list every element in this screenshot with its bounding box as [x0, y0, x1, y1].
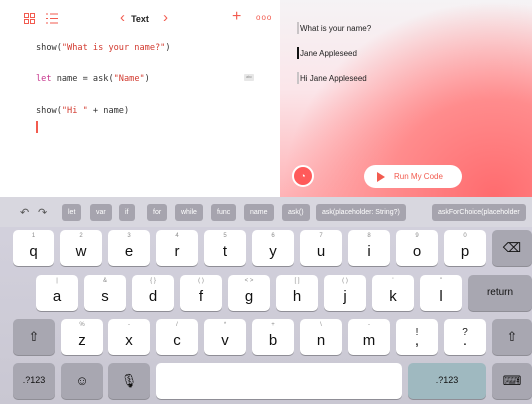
code-editor[interactable]: ‹ Text › + ooo show("What is your name?"… — [0, 0, 280, 197]
code-line-2[interactable]: let name = ask("Name") — [36, 74, 150, 84]
delete-key[interactable]: ⌫ — [492, 230, 532, 266]
redo-icon[interactable]: ↷ — [38, 206, 47, 219]
key-l[interactable]: " l — [420, 275, 462, 311]
editor-toolbar: ‹ Text › + ooo — [0, 0, 280, 40]
key-q[interactable]: 1q — [13, 230, 54, 266]
key-i[interactable]: 8i — [348, 230, 390, 266]
speedometer-icon[interactable]: ◔ — [292, 165, 314, 187]
space-bar[interactable] — [156, 363, 402, 399]
suggestion-name[interactable]: name — [244, 204, 274, 221]
key-j[interactable]: ( ) j — [324, 275, 366, 311]
run-my-code-button[interactable]: Run My Code — [364, 165, 462, 188]
dictation-key[interactable]: 🎙 — [108, 363, 150, 399]
message-bar — [297, 22, 299, 34]
text-cursor — [36, 121, 38, 133]
numbers-key-left[interactable]: .?123 — [13, 363, 55, 399]
undo-icon[interactable]: ↶ — [20, 206, 29, 219]
key-x[interactable]: -x — [108, 319, 150, 355]
run-my-code-label: Run My Code — [394, 172, 443, 181]
suggestion-ask-placeholder[interactable]: ask(placeholder: String?) — [316, 204, 406, 221]
suggestion-let[interactable]: let — [62, 204, 82, 221]
code-line-3[interactable]: show("Hi " + name) — [36, 106, 129, 116]
plus-icon[interactable]: + — [232, 9, 241, 25]
suggestion-ask[interactable]: ask() — [282, 204, 310, 221]
key-y[interactable]: 6y — [252, 230, 294, 266]
key-e[interactable]: 3e — [108, 230, 150, 266]
live-view: What is your name? Jane Appleseed Hi Jan… — [280, 0, 532, 197]
code-line-1[interactable]: show("What is your name?") — [36, 43, 171, 53]
key-d[interactable]: { } d — [132, 275, 174, 311]
shift-key-right[interactable]: ⇧ — [492, 319, 532, 355]
key-g[interactable]: < > g — [228, 275, 270, 311]
message-bar — [297, 72, 299, 84]
ellipsis-icon[interactable]: ooo — [256, 11, 272, 25]
key-p[interactable]: 0p — [444, 230, 486, 266]
keyboard-dismiss-icon: ⌨ — [502, 373, 522, 388]
key-s[interactable]: & s — [84, 275, 126, 311]
shift-icon: ⇧ — [506, 329, 518, 344]
key-a[interactable]: | a — [36, 275, 78, 311]
key-m[interactable]: -m — [348, 319, 390, 355]
message-bar-active — [297, 47, 299, 59]
message-answer: Jane Appleseed — [300, 49, 357, 58]
suggestion-var[interactable]: var — [90, 204, 112, 221]
suggestion-bar: ↶ ↷ let var if for while func name ask()… — [0, 197, 532, 227]
key-o[interactable]: 9o — [396, 230, 438, 266]
return-key[interactable]: return — [468, 275, 532, 311]
shift-key-left[interactable]: ⇧ — [13, 319, 55, 355]
message-prompt: What is your name? — [300, 24, 372, 33]
key-r[interactable]: 4r — [156, 230, 198, 266]
key-c[interactable]: / c — [156, 319, 198, 355]
suggestion-func[interactable]: func — [211, 204, 237, 221]
hide-keyboard-key[interactable]: ⌨ — [492, 363, 532, 399]
key-u[interactable]: 7u — [300, 230, 342, 266]
key-w[interactable]: 2w — [60, 230, 102, 266]
emoji-key[interactable]: ☺ — [61, 363, 103, 399]
suggestion-while[interactable]: while — [175, 204, 203, 221]
emoji-icon: ☺ — [75, 373, 89, 388]
chevron-right-icon[interactable]: › — [163, 10, 168, 26]
suggestion-for[interactable]: for — [147, 204, 168, 221]
key-period[interactable]: ?. — [444, 319, 486, 355]
numbers-key-right[interactable]: .?123 — [408, 363, 486, 399]
key-b[interactable]: + b — [252, 319, 294, 355]
string-literal-chip[interactable]: abc — [244, 74, 254, 81]
shift-icon: ⇧ — [28, 329, 40, 344]
backspace-icon: ⌫ — [502, 240, 522, 255]
keyboard: ↶ ↷ let var if for while func name ask()… — [0, 197, 532, 404]
play-icon — [377, 172, 385, 182]
key-f[interactable]: ( ) f — [180, 275, 222, 311]
key-k[interactable]: ' k — [372, 275, 414, 311]
key-h[interactable]: [ ] h — [276, 275, 318, 311]
microphone-icon: 🎙 — [120, 373, 138, 388]
suggestion-if[interactable]: if — [119, 204, 135, 221]
suggestion-ask-for-choice[interactable]: askForChoice(placeholder — [432, 204, 526, 221]
key-comma[interactable]: !, — [396, 319, 438, 355]
key-v[interactable]: * v — [204, 319, 246, 355]
key-t[interactable]: 5t — [204, 230, 246, 266]
key-z[interactable]: % z — [61, 319, 103, 355]
message-greeting: Hi Jane Appleseed — [300, 74, 367, 83]
key-n[interactable]: \ n — [300, 319, 342, 355]
